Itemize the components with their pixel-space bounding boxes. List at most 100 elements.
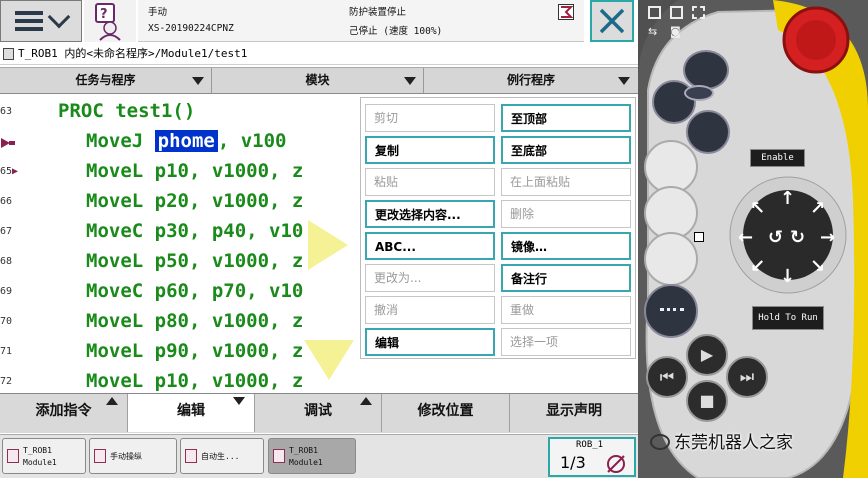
code-line[interactable]: MoveL p20, v1000, z xyxy=(86,190,303,212)
tasks-and-programs-button[interactable]: 任务与程序 xyxy=(0,68,212,93)
abc-menu-item[interactable]: ABC... xyxy=(365,232,495,260)
line-number: 70 xyxy=(0,316,13,327)
chevron-down-icon xyxy=(47,5,71,29)
undo-menu-item[interactable]: 撤消 xyxy=(365,296,495,324)
copy-menu-item[interactable]: 复制 xyxy=(365,136,495,164)
main-menu-button[interactable] xyxy=(0,0,82,42)
modules-button[interactable]: 模块 xyxy=(212,68,424,93)
code-line[interactable]: PROC test1() xyxy=(58,100,195,122)
programmable-key-4[interactable] xyxy=(684,85,714,101)
stop-button[interactable]: ■ xyxy=(686,380,728,422)
jog-right-arrow-icon[interactable]: → xyxy=(820,229,835,247)
show-declaration-label: 显示声明 xyxy=(546,403,602,419)
jog-downright-arrow-icon[interactable]: ↘ xyxy=(810,258,825,276)
robot-unit-label: ROB_1 xyxy=(576,440,604,450)
taskbar-item-auto[interactable]: 自动生... xyxy=(180,438,264,474)
quickset-button[interactable]: ROB_1 1/3 xyxy=(548,437,636,477)
toggle-linear-button[interactable] xyxy=(644,232,698,286)
swap-icon[interactable]: ⇆ xyxy=(648,25,657,38)
operating-mode: 手动 xyxy=(148,7,168,18)
go-to-bottom-menu-item[interactable]: 至底部 xyxy=(501,136,631,164)
paste-above-menu-item[interactable]: 在上面粘贴 xyxy=(501,168,631,196)
edit-tab[interactable]: 编辑 xyxy=(128,394,255,432)
jog-left-arrow-icon[interactable]: ← xyxy=(738,229,753,247)
programmable-key-1[interactable] xyxy=(683,50,729,90)
line-number: 72 xyxy=(0,376,13,387)
edit-menu-item[interactable]: 编辑 xyxy=(365,328,495,356)
taskbar: T_ROB1 Module1 手动操纵 自动生... T_ROB1 Module… xyxy=(0,434,638,478)
change-to-menu-item[interactable]: 更改为... xyxy=(365,264,495,292)
go-to-top-menu-item[interactable]: 至顶部 xyxy=(501,104,631,132)
programmable-key-3[interactable] xyxy=(686,110,730,154)
dropdown-arrow-icon xyxy=(404,77,416,85)
program-pointer-icon xyxy=(0,136,22,153)
window-icon[interactable] xyxy=(648,6,661,19)
hamburger-icon xyxy=(15,11,43,31)
code-line[interactable]: MoveJ phome, v100 xyxy=(86,130,286,152)
code-line[interactable]: MoveC p30, p40, v10 xyxy=(86,220,303,242)
step-backward-button[interactable]: ⏮ xyxy=(646,356,688,398)
dropdown-arrow-icon xyxy=(192,77,204,85)
window-icon[interactable] xyxy=(670,6,683,19)
line-number: 67 xyxy=(0,226,13,237)
comment-line-menu-item[interactable]: 备注行 xyxy=(501,264,631,292)
debug-label: 调试 xyxy=(304,403,332,419)
jog-up-arrow-icon[interactable]: ↑ xyxy=(780,190,795,208)
modify-position-tab[interactable]: 修改位置 xyxy=(382,394,510,432)
scroll-down-arrow-icon[interactable] xyxy=(304,340,354,380)
code-line[interactable]: MoveL p10, v1000, z xyxy=(86,160,303,182)
taskbar-item-program-editor[interactable]: T_ROB1 Module1 xyxy=(2,438,86,474)
event-log-icon[interactable] xyxy=(558,4,574,20)
code-line[interactable]: MoveC p60, p70, v10 xyxy=(86,280,303,302)
change-selection-menu-item[interactable]: 更改选择内容... xyxy=(365,200,495,228)
jogging-icon xyxy=(94,449,106,463)
breadcrumb-path: T_ROB1 内的<未命名程序>/Module1/test1 xyxy=(18,47,248,60)
code-line[interactable]: MoveL p80, v1000, z xyxy=(86,310,303,332)
code-text: , v100 xyxy=(217,130,287,152)
redo-menu-item[interactable]: 重做 xyxy=(501,296,631,324)
add-instruction-tab[interactable]: 添加指令 xyxy=(0,394,128,432)
pendant-hardware: ⇆ ◙ Enable Hold To Run ↑ ↓ ← → ↖ ↗ ↙ ↘ ↺… xyxy=(638,0,868,478)
code-line[interactable]: MoveL p90, v1000, z xyxy=(86,340,303,362)
rotate-cw-icon[interactable]: ↻ xyxy=(790,229,805,247)
routines-label: 例行程序 xyxy=(506,73,555,87)
edit-popup-menu: 剪切 至顶部 复制 至底部 粘贴 在上面粘贴 更改选择内容... 删除 ABC.… xyxy=(360,97,636,359)
code-text: MoveJ xyxy=(86,130,155,152)
modules-label: 模块 xyxy=(305,73,330,87)
selected-token[interactable]: phome xyxy=(154,130,218,152)
routines-button[interactable]: 例行程序 xyxy=(424,68,638,93)
program-editor-icon xyxy=(7,449,19,463)
rotate-ccw-icon[interactable]: ↺ xyxy=(768,229,783,247)
show-declaration-tab[interactable]: 显示声明 xyxy=(510,394,638,432)
paste-menu-item[interactable]: 粘贴 xyxy=(365,168,495,196)
mirror-menu-item[interactable]: 镜像… xyxy=(501,232,631,260)
cut-menu-item[interactable]: 剪切 xyxy=(365,104,495,132)
increment-button[interactable] xyxy=(644,284,698,338)
jog-down-arrow-icon[interactable]: ↓ xyxy=(780,268,795,286)
close-button[interactable] xyxy=(590,0,634,42)
robot-status-icon[interactable]: ? xyxy=(84,0,136,42)
safety-status: 防护装置停止 xyxy=(349,7,407,18)
taskbar-item-program-editor-active[interactable]: T_ROB1 Module1 xyxy=(268,438,356,474)
dropdown-arrow-icon xyxy=(618,77,630,85)
debug-tab[interactable]: 调试 xyxy=(255,394,382,432)
jog-downleft-arrow-icon[interactable]: ↙ xyxy=(750,258,765,276)
start-button[interactable]: ▶ xyxy=(686,334,728,376)
flexpendant-screen: ? 手动 XS-20190224CPNZ 防护装置停止 己停止 (速度 100%… xyxy=(0,0,638,478)
code-line[interactable]: MoveL p10, v1000, z xyxy=(86,370,303,392)
watermark: 东莞机器人之家 xyxy=(650,428,793,453)
scroll-right-arrow-icon[interactable] xyxy=(308,220,348,270)
jog-upright-arrow-icon[interactable]: ↗ xyxy=(810,200,825,218)
hold-to-run-label: Hold To Run xyxy=(752,306,824,330)
program-editor-icon xyxy=(3,48,14,60)
camera-icon[interactable]: ◙ xyxy=(670,25,681,38)
select-one-menu-item[interactable]: 选择一项 xyxy=(501,328,631,356)
code-line[interactable]: MoveL p50, v1000, z xyxy=(86,250,303,272)
delete-menu-item[interactable]: 删除 xyxy=(501,200,631,228)
status-bar: 手动 XS-20190224CPNZ 防护装置停止 己停止 (速度 100%) xyxy=(138,0,584,42)
jog-upleft-arrow-icon[interactable]: ↖ xyxy=(750,200,765,218)
taskbar-item-jogging[interactable]: 手动操纵 xyxy=(89,438,177,474)
step-forward-button[interactable]: ⏭ xyxy=(726,356,768,398)
collapse-down-icon xyxy=(233,397,245,405)
window-icon[interactable] xyxy=(692,6,705,19)
